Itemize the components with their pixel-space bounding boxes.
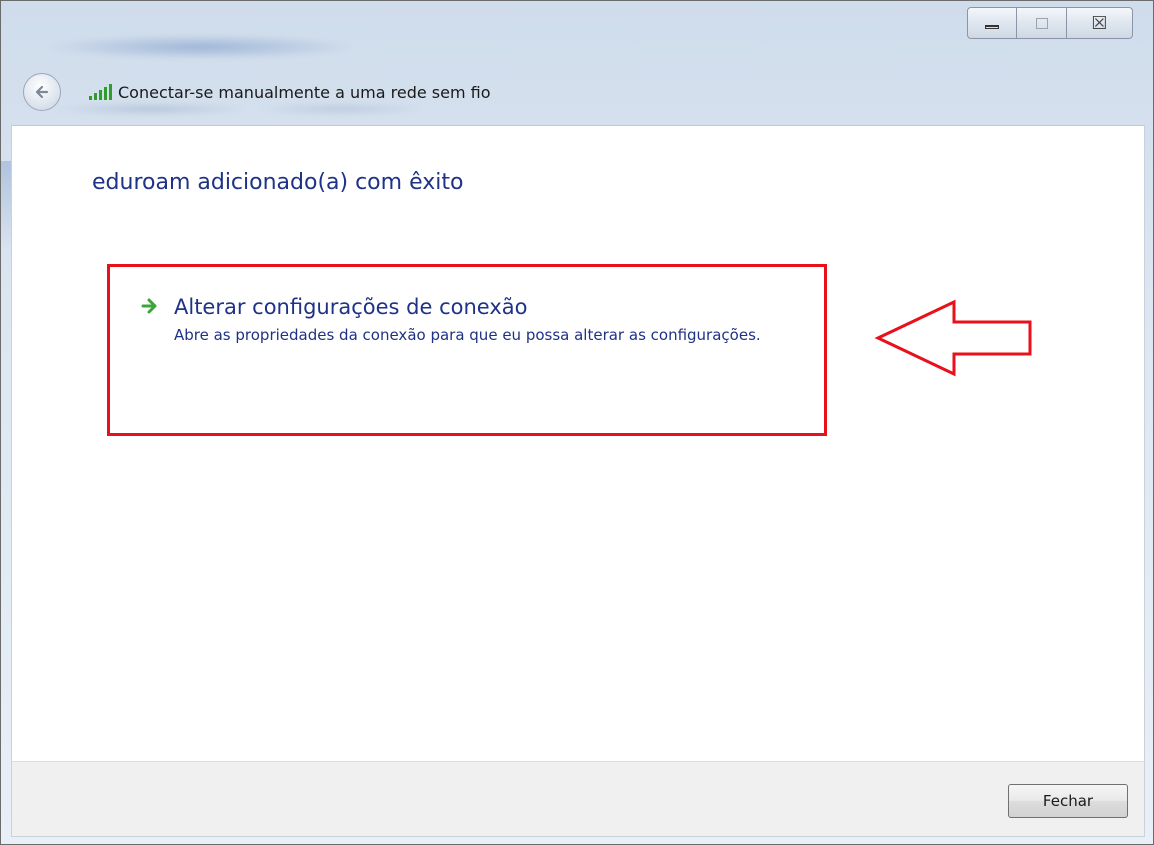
close-icon: ☒ <box>1091 12 1108 34</box>
change-connection-settings-link[interactable]: Alterar configurações de conexão Abre as… <box>140 294 794 346</box>
wireless-signal-icon <box>89 84 112 100</box>
green-arrow-icon <box>141 298 157 314</box>
annotation-highlight-box <box>107 264 827 436</box>
wizard-title: Conectar-se manualmente a uma rede sem f… <box>118 82 491 102</box>
task-description: Abre as propriedades da conexão para que… <box>174 326 761 344</box>
task-text: Alterar configurações de conexão Abre as… <box>174 294 794 346</box>
minimize-button[interactable] <box>967 7 1017 39</box>
close-button[interactable]: Fechar <box>1008 784 1128 818</box>
minimize-icon <box>985 25 999 29</box>
navigation-bar: Conectar-se manualmente a uma rede sem f… <box>23 73 491 111</box>
close-window-button[interactable]: ☒ <box>1067 7 1133 39</box>
caption-buttons: ☒ <box>967 7 1133 39</box>
wizard-window: ☒ Conectar-se manualmente a uma rede sem… <box>0 0 1154 845</box>
back-arrow-icon <box>35 85 49 99</box>
back-button[interactable] <box>23 73 61 111</box>
maximize-button[interactable] <box>1017 7 1067 39</box>
task-title[interactable]: Alterar configurações de conexão <box>174 294 794 320</box>
content-panel: eduroam adicionado(a) com êxito Alterar … <box>11 125 1145 761</box>
page-title: eduroam adicionado(a) com êxito <box>92 170 464 195</box>
maximize-icon <box>1035 17 1048 29</box>
annotation-arrow-icon <box>874 299 1032 377</box>
footer-bar: Fechar <box>11 761 1145 837</box>
